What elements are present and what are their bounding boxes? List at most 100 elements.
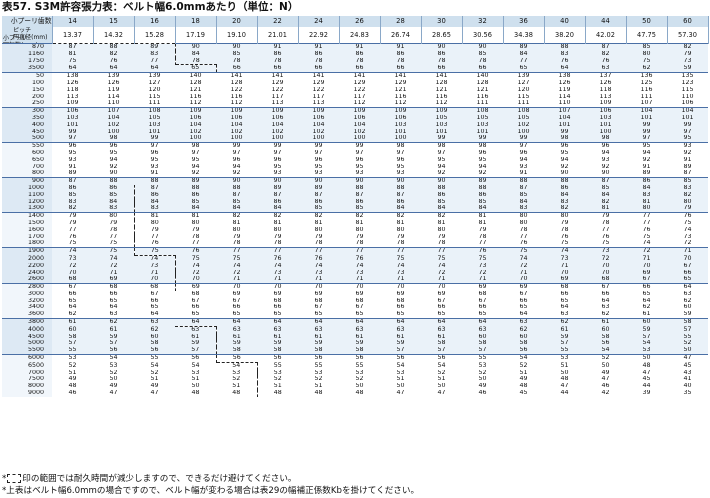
value-cell: 78 [601, 219, 610, 226]
value-cell: 65 [519, 64, 528, 72]
value-cell: 87 [273, 191, 282, 198]
value-cell: 64 [68, 304, 77, 311]
value-cell: 79 [585, 212, 626, 220]
value-cell: 51 [314, 383, 323, 390]
value-cell: 122 [312, 86, 325, 93]
value-cell: 65 [642, 290, 651, 297]
value-cell: 78 [191, 233, 200, 240]
value-cell: 88 [544, 42, 585, 51]
value-cell: 59 [273, 340, 282, 347]
table-row: 2400 70 71 71 72 72 73 73 73 73 72 72 71 70 70 69 66 [2, 269, 708, 277]
rpm-cell: 3200 [2, 297, 52, 305]
rpm-cell: 1000 [2, 184, 52, 192]
value-cell: 65 [396, 311, 405, 318]
value-cell: 75 [683, 219, 692, 226]
value-cell: 88 [93, 177, 134, 185]
table-row: 800 89 90 91 92 92 93 93 93 93 92 92 91 90 90 89 87 [2, 170, 708, 178]
rpm-cell: 250 [2, 100, 52, 108]
value-cell: 82 [683, 191, 692, 198]
value-cell: 50 [683, 347, 692, 354]
value-cell: 104 [353, 121, 366, 128]
value-cell: 121 [394, 86, 407, 93]
value-cell: 102 [517, 121, 530, 128]
value-cell: 66 [437, 304, 446, 311]
value-cell: 59 [314, 340, 323, 347]
value-cell: 71 [396, 276, 405, 283]
value-cell: 86 [437, 191, 446, 198]
value-cell: 81 [642, 198, 651, 205]
value-cell: 65 [519, 304, 528, 311]
value-cell: 81 [68, 50, 77, 57]
value-cell: 56 [339, 354, 380, 363]
value-cell: 140 [175, 72, 216, 80]
value-cell: 68 [601, 276, 610, 283]
value-cell: 81 [175, 212, 216, 220]
value-cell: 86 [478, 191, 487, 198]
value-cell: 50 [109, 376, 118, 383]
value-cell: 105 [435, 114, 448, 121]
value-cell: 44 [560, 390, 569, 397]
value-cell: 63 [478, 326, 487, 333]
table-row: 1160 81 82 83 84 85 86 86 86 86 86 85 84 83 82 80 79 [2, 50, 708, 58]
value-cell: 95 [314, 163, 323, 170]
value-cell: 56 [298, 354, 339, 363]
value-cell: 58 [232, 347, 241, 354]
value-cell: 62 [68, 311, 77, 318]
value-cell: 99 [339, 142, 380, 150]
value-cell: 107 [544, 107, 585, 115]
value-cell: 90 [421, 42, 462, 51]
value-cell: 97 [642, 135, 651, 142]
value-cell: 72 [601, 255, 610, 262]
value-cell: 52 [683, 340, 692, 347]
value-cell: 141 [216, 72, 257, 80]
value-cell: 64 [642, 297, 651, 304]
value-cell: 56 [380, 354, 421, 363]
value-cell: 126 [599, 79, 612, 86]
value-cell: 121 [189, 86, 202, 93]
value-cell: 82 [421, 212, 462, 220]
rpm-cell: 200 [2, 93, 52, 101]
value-cell: 106 [312, 114, 325, 121]
value-cell: 88 [437, 184, 446, 191]
table-row: 600 95 95 96 97 97 97 97 97 97 97 96 96 95 94 94 92 [2, 149, 708, 157]
value-cell: 69 [314, 290, 323, 297]
value-cell: 66 [273, 64, 282, 72]
value-cell: 66 [273, 304, 282, 311]
value-cell: 87 [396, 191, 405, 198]
value-cell: 93 [519, 163, 528, 170]
value-cell: 106 [230, 114, 243, 121]
value-cell: 51 [191, 376, 200, 383]
rpm-cell: 5500 [2, 347, 52, 355]
value-cell: 79 [355, 233, 364, 240]
value-cell: 55 [134, 354, 175, 363]
value-cell: 98 [462, 142, 503, 150]
pitch-header-cell: 38.20 [544, 27, 586, 44]
value-cell: 98 [175, 142, 216, 150]
pitch-header-cell: 14.32 [93, 27, 135, 44]
value-cell: 55 [560, 347, 569, 354]
value-cell: 98 [109, 135, 118, 142]
value-cell: 75 [560, 240, 569, 247]
value-cell: 80 [191, 219, 200, 226]
teeth-header-cell: 16 [134, 16, 176, 27]
value-cell: 94 [642, 149, 651, 156]
value-cell: 53 [52, 354, 93, 363]
value-cell: 54 [601, 347, 610, 354]
table-row: 1400 79 80 81 81 82 82 82 82 82 82 81 80 80 79 77 76 [2, 212, 708, 220]
value-cell: 86 [68, 184, 77, 191]
value-cell: 65 [437, 311, 446, 318]
table-row: 5500 55 56 56 57 58 58 58 58 57 57 57 56 55 54 53 50 [2, 347, 708, 355]
value-cell: 101 [681, 114, 694, 121]
value-cell: 67 [437, 297, 446, 304]
value-cell: 86 [626, 177, 667, 185]
value-cell: 95 [191, 156, 200, 163]
rpm-cell: 870 [2, 42, 52, 51]
value-cell: 80 [519, 219, 528, 226]
value-cell: 58 [437, 340, 446, 347]
teeth-header-cell: 18 [175, 16, 217, 27]
value-cell: 80 [642, 205, 651, 212]
rpm-cell: 400 [2, 121, 52, 129]
value-cell: 102 [230, 128, 243, 135]
value-cell: 113 [66, 93, 79, 100]
rpm-cell: 3800 [2, 318, 52, 327]
